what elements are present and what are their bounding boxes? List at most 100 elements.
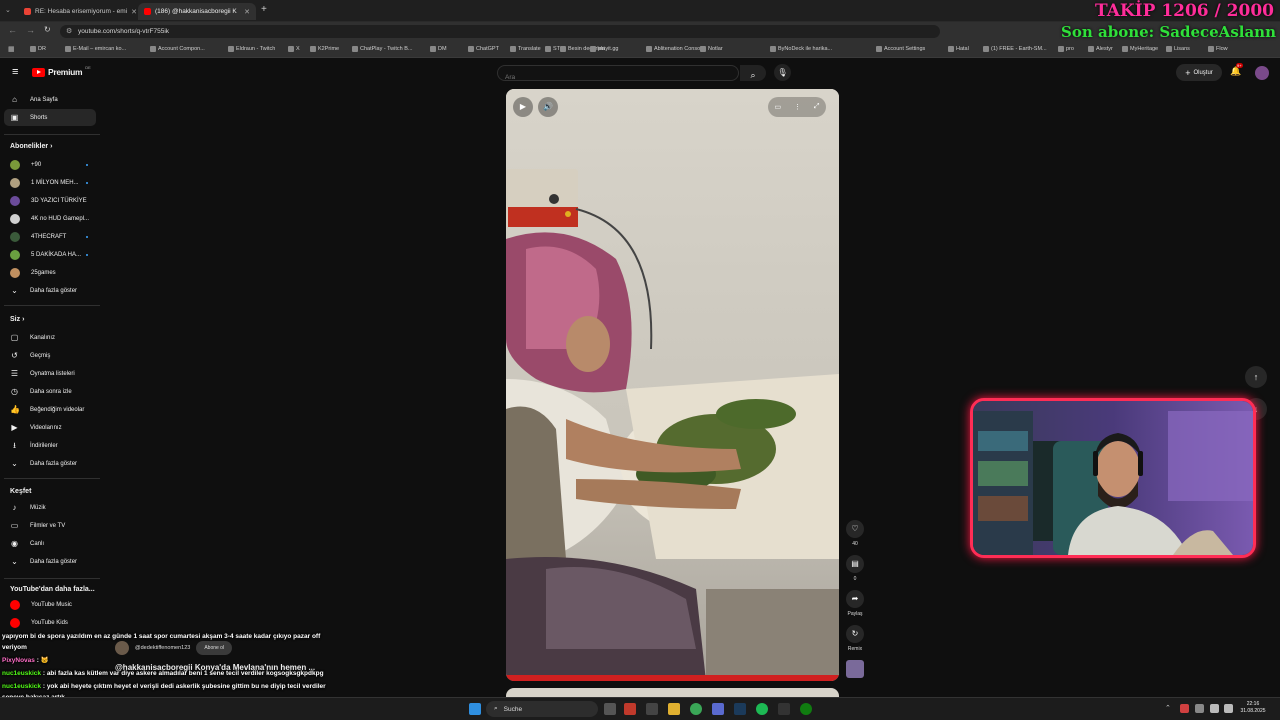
tray-chevron-icon[interactable]: ⌃ xyxy=(1165,704,1171,712)
bookmark-item[interactable]: E-Mail – emircan ko... xyxy=(65,46,126,52)
sidebar-item[interactable]: ⌄ Daha fazla göster xyxy=(4,455,96,472)
sidebar-item[interactable]: 25games xyxy=(4,264,96,281)
site-info-icon[interactable]: ⚙ xyxy=(66,27,72,35)
sidebar-item[interactable]: +90 xyxy=(4,156,96,173)
bookmark-item[interactable]: Alestyr xyxy=(1088,46,1113,52)
sidebar-item[interactable]: ☰ Oynatma listeleri xyxy=(4,365,96,382)
sidebar-item[interactable]: ▢ Kanalınız xyxy=(4,329,96,346)
sidebar-item[interactable]: ⌄ Daha fazla göster xyxy=(4,282,96,299)
bookmark-item[interactable]: Translate xyxy=(510,46,541,52)
xbox-icon[interactable] xyxy=(800,703,812,715)
browser-tab-youtube[interactable]: (186) @hakkanisacboregii K ✕ xyxy=(138,3,256,20)
app-icon[interactable] xyxy=(646,703,658,715)
sidebar-item[interactable]: ◉ Canlı xyxy=(4,535,96,552)
steam-icon[interactable] xyxy=(734,703,746,715)
play-button[interactable]: ▶ xyxy=(513,97,533,117)
app-icon[interactable] xyxy=(778,703,790,715)
bookmark-item[interactable]: K2Prime xyxy=(310,46,339,52)
close-icon[interactable]: ✕ xyxy=(244,8,250,16)
sidebar-item[interactable]: ⌂ Ana Sayfa xyxy=(4,91,96,108)
sidebar-item[interactable]: 4THECRAFT xyxy=(4,228,96,245)
bookmark-item[interactable]: Flow xyxy=(1208,46,1228,52)
volume-icon[interactable] xyxy=(1224,704,1233,713)
sidebar-section-header[interactable]: Abonelikler › xyxy=(10,143,52,150)
bookmark-item[interactable]: Lisans xyxy=(1166,46,1190,52)
sidebar-section-header[interactable]: YouTube'dan daha fazla... xyxy=(10,586,95,593)
sidebar-item[interactable]: ▣ Shorts xyxy=(4,109,96,126)
file-explorer-icon[interactable] xyxy=(668,703,680,715)
search-input[interactable] xyxy=(498,71,728,84)
forward-icon[interactable]: → xyxy=(26,25,35,35)
apps-icon[interactable]: ▦ xyxy=(8,45,15,53)
bookmark-item[interactable]: ByNoDeck ile harika... xyxy=(770,46,832,52)
sidebar-item[interactable]: 3D YAZICI TÜRKİYE xyxy=(4,192,96,209)
previous-short-button[interactable]: ↑ xyxy=(1245,366,1267,388)
sidebar-item[interactable]: ▶ Videolarınız xyxy=(4,419,96,436)
chrome-icon[interactable] xyxy=(690,703,702,715)
sidebar-item[interactable]: ♪ Müzik xyxy=(4,499,96,516)
comment-button[interactable]: ▤ xyxy=(846,555,864,573)
task-view-icon[interactable] xyxy=(604,703,616,715)
sidebar-item[interactable]: ◷ Daha sonra izle xyxy=(4,383,96,400)
bookmark-item[interactable]: playit.gg xyxy=(590,46,619,52)
search-box[interactable] xyxy=(497,65,739,84)
close-icon[interactable]: ✕ xyxy=(131,8,136,16)
share-button[interactable]: ➦ xyxy=(846,590,864,608)
avatar[interactable] xyxy=(1255,66,1269,80)
sidebar-item[interactable]: 5 DAKİKADA HA... xyxy=(4,246,96,263)
windows-start-icon[interactable] xyxy=(469,703,481,715)
spotify-icon[interactable] xyxy=(756,703,768,715)
sidebar-item[interactable]: 👍 Beğendiğim videolar xyxy=(4,401,96,418)
sidebar-item[interactable]: 1 MİLYON MEH... xyxy=(4,174,96,191)
fullscreen-icon[interactable]: ⤢ xyxy=(814,103,820,111)
bookmark-item[interactable]: (1) FREE - Earth-SM... xyxy=(983,46,1047,52)
sidebar-item[interactable]: ▭ Filmler ve TV xyxy=(4,517,96,534)
voice-search-button[interactable]: 🎙 xyxy=(774,64,791,81)
like-button[interactable]: ♡ xyxy=(846,520,864,538)
tray-app-icon[interactable] xyxy=(1195,704,1204,713)
volume-button[interactable]: 🔊 xyxy=(538,97,558,117)
bookmark-item[interactable]: X xyxy=(288,46,300,52)
clock[interactable]: 22:16 31.08.2025 xyxy=(1238,701,1268,715)
sidebar-item[interactable]: ⌄ Daha fazla göster xyxy=(4,553,96,570)
bookmark-item[interactable]: Ablitenation Console xyxy=(646,46,704,52)
sidebar-section-header[interactable]: Siz › xyxy=(10,316,24,323)
sound-thumbnail[interactable] xyxy=(846,660,864,678)
bookmark-item[interactable]: ChatGPT xyxy=(468,46,499,52)
app-icon[interactable] xyxy=(624,703,636,715)
app-icon[interactable] xyxy=(712,703,724,715)
youtube-logo[interactable]: Premium DE xyxy=(32,65,91,77)
sidebar-item[interactable]: ⭳ İndirilenler xyxy=(4,437,96,454)
sidebar-section-header[interactable]: Keşfet xyxy=(10,488,31,495)
network-icon[interactable] xyxy=(1210,704,1219,713)
bookmark-item[interactable]: DM xyxy=(430,46,447,52)
tab-search-icon[interactable]: ⌄ xyxy=(5,6,11,14)
remix-button[interactable]: ↻ xyxy=(846,625,864,643)
bookmark-item[interactable]: Account Compon... xyxy=(150,46,205,52)
more-options-icon[interactable]: ⋮ xyxy=(794,103,801,111)
bookmark-item[interactable]: DR xyxy=(30,46,46,52)
bookmark-item[interactable]: Account Settings xyxy=(876,46,925,52)
captions-button[interactable]: ▭ ⋮ ⤢ xyxy=(768,97,826,117)
sidebar-item[interactable]: YouTube Music xyxy=(4,596,96,613)
menu-icon[interactable]: ≡ xyxy=(12,66,18,78)
create-button[interactable]: + Oluştur xyxy=(1176,64,1222,81)
shorts-video-player[interactable]: ▶ 🔊 ▭ ⋮ ⤢ xyxy=(506,89,839,681)
sidebar-item[interactable]: YouTube Kids xyxy=(4,614,96,631)
url-input[interactable]: ⚙ youtube.com/shorts/q-vtrF755ik xyxy=(60,25,940,38)
bookmark-item[interactable]: Hatal xyxy=(948,46,969,52)
bookmark-item[interactable]: MyHeritage xyxy=(1122,46,1158,52)
back-icon[interactable]: ← xyxy=(8,25,17,35)
reload-icon[interactable]: ↻ xyxy=(44,25,51,34)
tray-app-icon[interactable] xyxy=(1180,704,1189,713)
bookmark-item[interactable]: Eldraun - Twitch xyxy=(228,46,275,52)
notifications-button[interactable]: 🔔 9+ xyxy=(1230,63,1243,77)
sidebar-item[interactable]: 4K no HUD Gamepl... xyxy=(4,210,96,227)
browser-tab-gmail[interactable]: RE: Hesaba erisemiyorum - emi ✕ xyxy=(18,3,136,20)
new-tab-button[interactable]: + xyxy=(261,4,267,15)
search-button[interactable]: ⌕ xyxy=(740,65,766,81)
sidebar-item[interactable]: ↺ Geçmiş xyxy=(4,347,96,364)
bookmark-item[interactable]: pro xyxy=(1058,46,1074,52)
taskbar-search[interactable]: ⌕ Suche xyxy=(486,701,598,717)
bookmark-item[interactable]: Notlar xyxy=(700,46,723,52)
